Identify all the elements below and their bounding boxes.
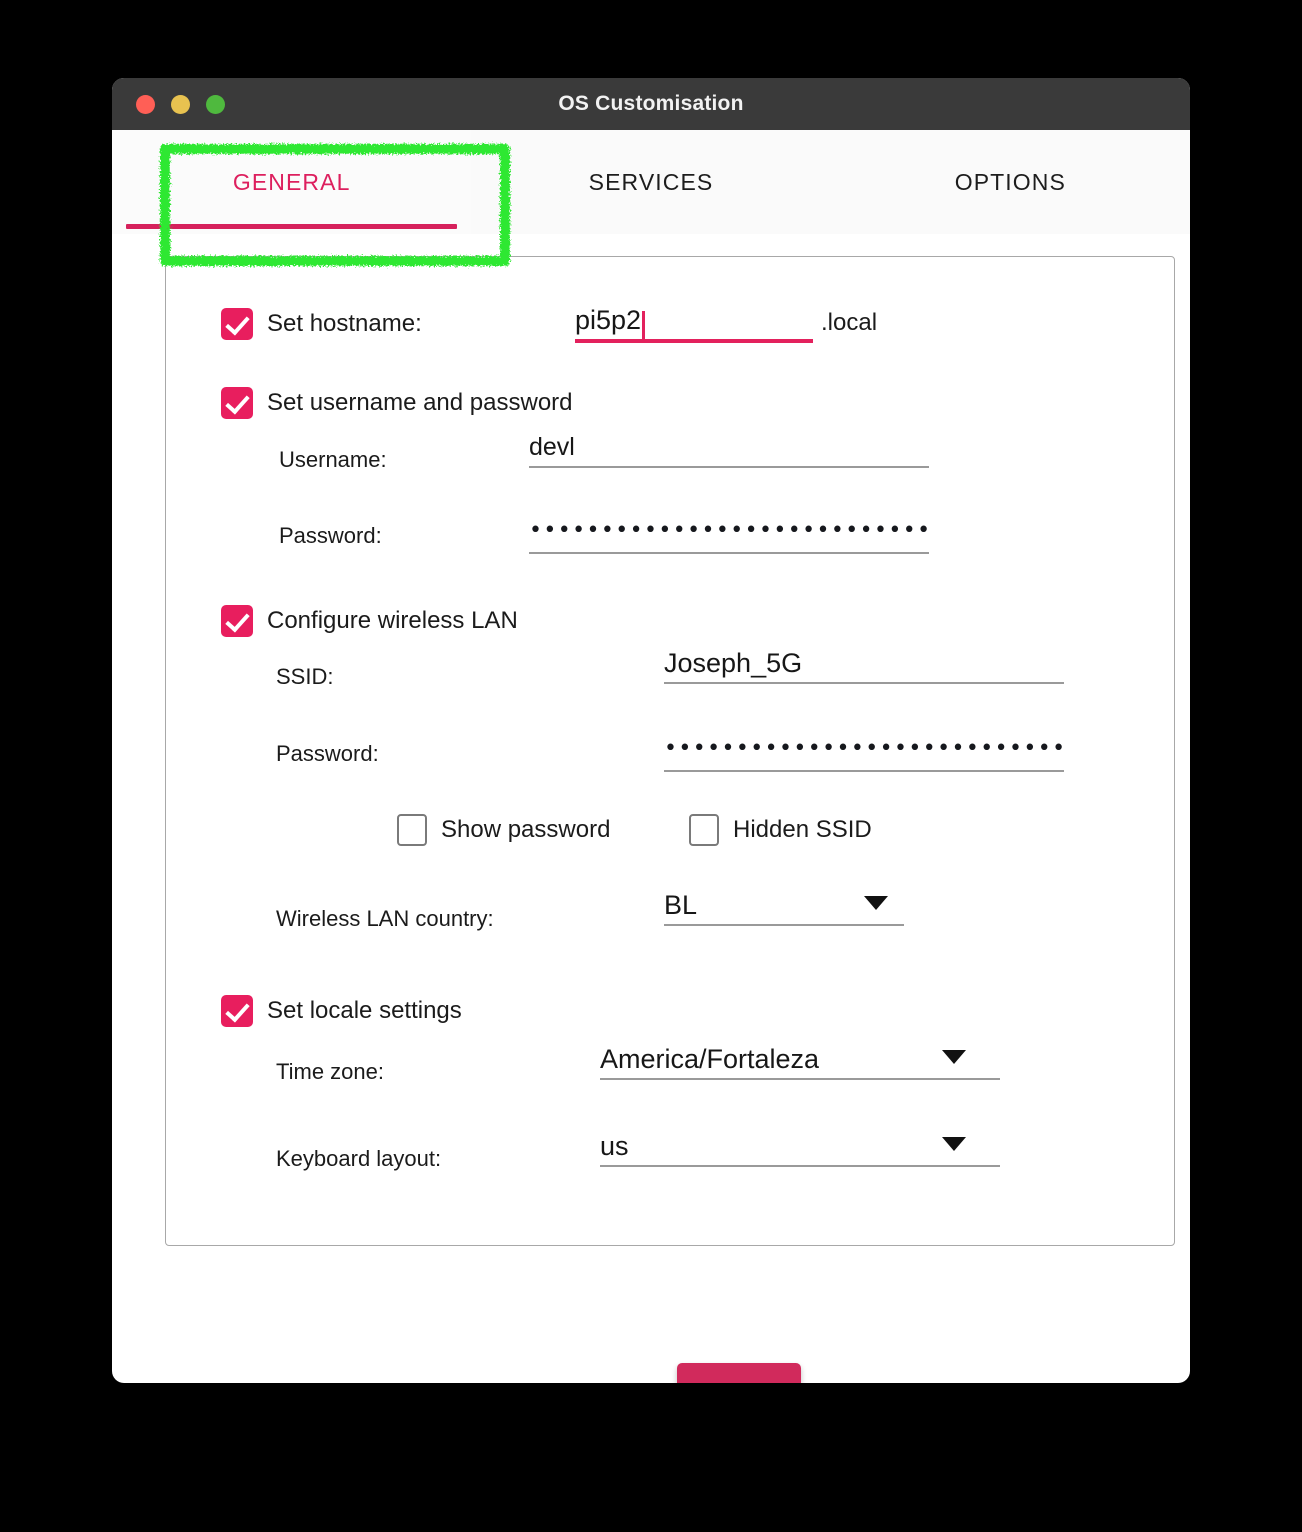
username-label: Username: — [279, 447, 387, 472]
maximize-button[interactable] — [206, 94, 225, 114]
show-password-label: Show password — [441, 816, 611, 843]
set-locale-settings-label: Set locale settings — [267, 997, 462, 1024]
hostname-value: pi5p2 — [575, 305, 642, 335]
set-hostname-checkbox[interactable] — [221, 308, 253, 340]
keyboard-layout-value: us — [600, 1131, 629, 1161]
set-hostname-label: Set hostname: — [267, 310, 422, 337]
close-button[interactable] — [136, 94, 155, 114]
tab-general[interactable]: GENERAL — [112, 130, 472, 234]
set-user-row: Set username and password — [221, 387, 573, 419]
wifi-password-input[interactable]: ••••••••••••••••••••••••••••••••••••• — [664, 728, 1064, 772]
user-password-value: ••••••••••••••••••••••••••••••••••••• — [529, 518, 929, 543]
user-password-label: Password: — [279, 523, 382, 548]
configure-wireless-row: Configure wireless LAN — [221, 605, 518, 637]
hidden-ssid-label: Hidden SSID — [733, 816, 872, 843]
os-customisation-window: OS Customisation GENERAL SERVICES OPTION… — [112, 78, 1190, 1383]
hostname-input[interactable]: pi5p2 — [575, 299, 813, 343]
screenshot-root: OS Customisation GENERAL SERVICES OPTION… — [0, 0, 1302, 1532]
timezone-value: America/Fortaleza — [600, 1044, 820, 1074]
tab-services[interactable]: SERVICES — [471, 130, 830, 234]
show-password-checkbox[interactable] — [397, 814, 427, 846]
tab-general-label: GENERAL — [232, 168, 351, 195]
tab-options[interactable]: OPTIONS — [831, 130, 1190, 234]
set-username-password-checkbox[interactable] — [221, 387, 253, 419]
timezone-select[interactable]: America/Fortaleza — [600, 1036, 1000, 1080]
general-settings-panel: Set hostname: pi5p2 .local Set username … — [165, 256, 1175, 1246]
save-button[interactable]: SAVE — [677, 1363, 801, 1383]
keyboard-layout-label: Keyboard layout: — [276, 1146, 442, 1171]
window-titlebar: OS Customisation — [112, 78, 1190, 130]
window-title: OS Customisation — [558, 92, 744, 115]
window-controls — [136, 78, 225, 130]
tab-services-label: SERVICES — [588, 168, 714, 195]
wireless-country-select[interactable]: BL — [664, 882, 904, 926]
tab-active-indicator — [126, 224, 458, 229]
keyboard-layout-select[interactable]: us — [600, 1123, 1000, 1167]
wireless-country-label: Wireless LAN country: — [276, 906, 494, 931]
timezone-label: Time zone: — [276, 1059, 385, 1084]
chevron-down-icon — [942, 1050, 966, 1064]
hidden-ssid-row[interactable]: Hidden SSID — [689, 814, 872, 846]
set-hostname-row: Set hostname: — [221, 308, 422, 340]
chevron-down-icon — [942, 1137, 966, 1151]
minimize-button[interactable] — [171, 94, 190, 114]
wifi-password-label: Password: — [276, 741, 379, 766]
chevron-down-icon — [864, 896, 888, 910]
wifi-password-value: ••••••••••••••••••••••••••••••••••••• — [664, 736, 1064, 761]
hidden-ssid-checkbox[interactable] — [689, 814, 719, 846]
set-locale-row: Set locale settings — [221, 995, 462, 1027]
username-value: devl — [529, 433, 575, 461]
hostname-suffix: .local — [821, 309, 878, 336]
ssid-value: Joseph_5G — [664, 648, 803, 678]
user-password-input[interactable]: ••••••••••••••••••••••••••••••••••••• — [529, 510, 929, 554]
set-locale-settings-checkbox[interactable] — [221, 995, 253, 1027]
set-username-password-label: Set username and password — [267, 389, 573, 416]
show-password-row[interactable]: Show password — [397, 814, 610, 846]
tab-bar: GENERAL SERVICES OPTIONS — [112, 130, 1190, 234]
configure-wireless-lan-checkbox[interactable] — [221, 605, 253, 637]
wireless-country-value: BL — [664, 890, 698, 920]
tab-options-label: OPTIONS — [954, 168, 1066, 195]
text-cursor — [642, 311, 646, 339]
ssid-input[interactable]: Joseph_5G — [664, 640, 1064, 684]
ssid-label: SSID: — [276, 664, 334, 689]
username-input[interactable]: devl — [529, 424, 929, 468]
configure-wireless-lan-label: Configure wireless LAN — [267, 607, 518, 634]
